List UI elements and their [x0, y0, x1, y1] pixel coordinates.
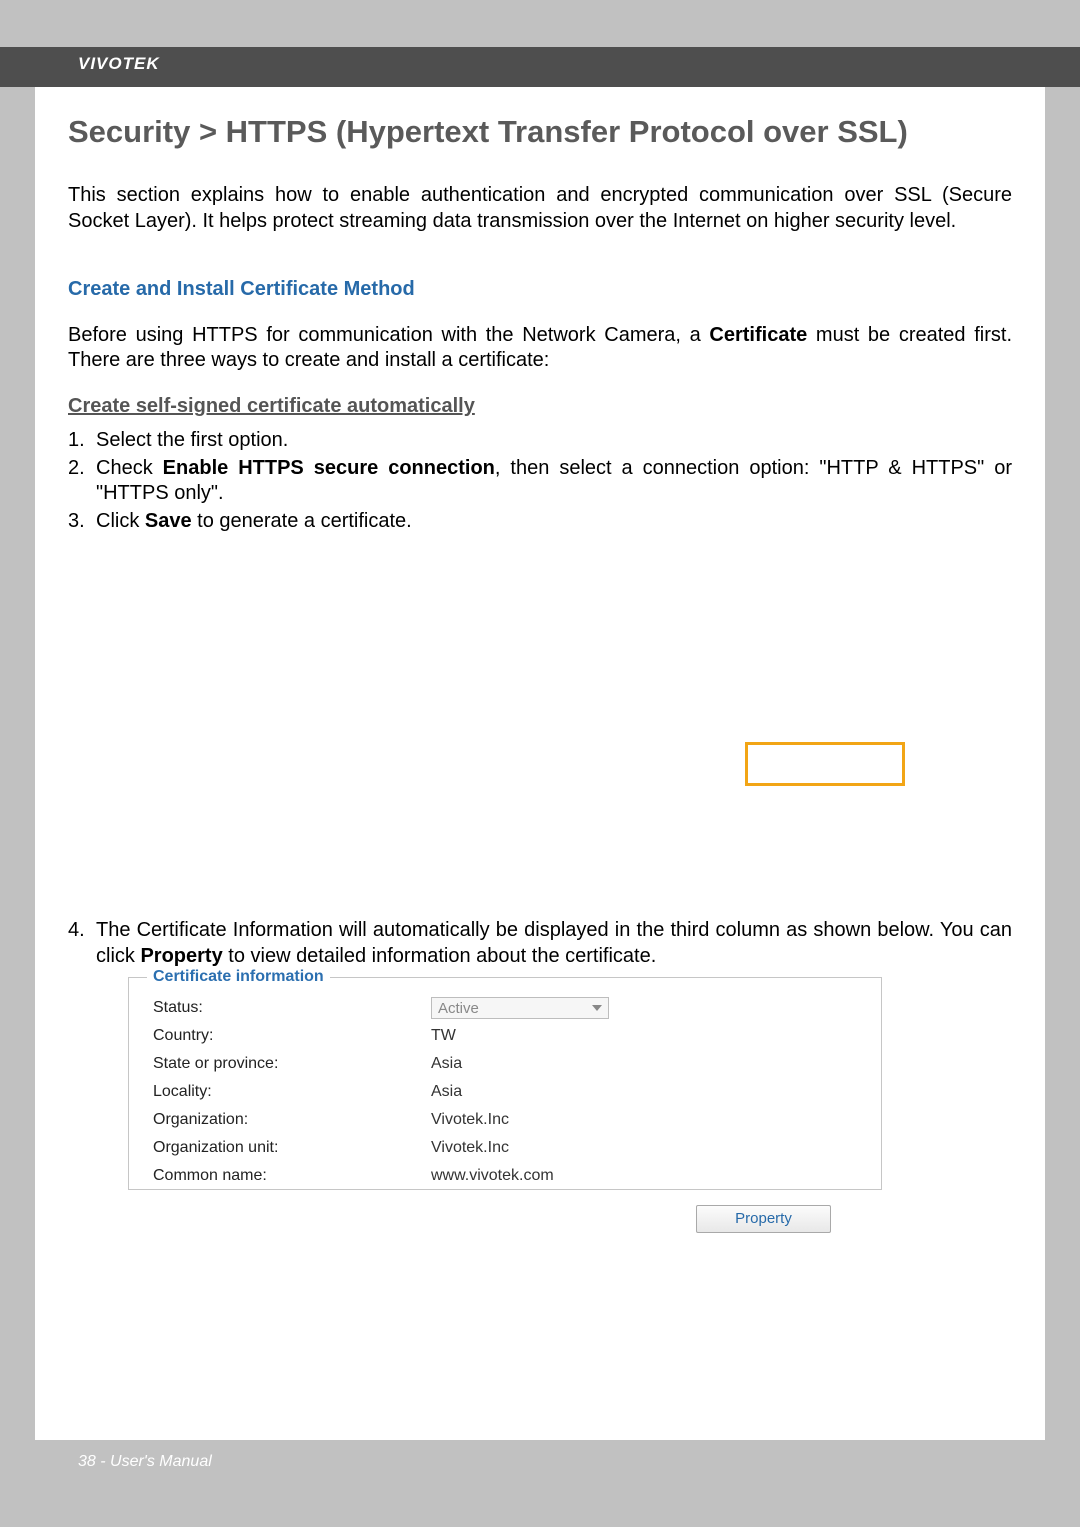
step-number: 3. [68, 509, 96, 535]
step-number: 2. [68, 456, 96, 507]
section-heading: Create and Install Certificate Method [68, 278, 1012, 301]
certificate-strong: Certificate [709, 324, 807, 346]
sub-heading: Create self-signed certificate automatic… [68, 395, 1012, 418]
before-text-a: Before using HTTPS for communication wit… [68, 324, 709, 346]
brand-logo: VIVOTEK [78, 54, 160, 74]
step-4c: to view detailed information about the c… [223, 945, 657, 967]
state-value: Asia [431, 1055, 462, 1073]
footer-page-number: 38 - User's Manual [78, 1453, 212, 1471]
organization-value: Vivotek.Inc [431, 1111, 509, 1129]
state-label: State or province: [153, 1055, 431, 1073]
certificate-info-panel: Certificate information Status: Active C… [128, 977, 882, 1190]
common-name-value: www.vivotek.com [431, 1167, 554, 1185]
step-2b: Enable HTTPS secure connection [163, 457, 495, 479]
country-value: TW [431, 1027, 456, 1045]
step-body: Select the first option. [96, 428, 1012, 454]
step-3a: Click [96, 510, 145, 532]
step-1: 1. Select the first option. [68, 428, 1012, 454]
status-dropdown[interactable]: Active [431, 997, 609, 1019]
locality-label: Locality: [153, 1083, 431, 1101]
organization-label: Organization: [153, 1111, 431, 1129]
step-3: 3. Click Save to generate a certificate. [68, 509, 1012, 535]
country-label: Country: [153, 1027, 431, 1045]
step-2a: Check [96, 457, 163, 479]
common-name-label: Common name: [153, 1167, 431, 1185]
step-number: 4. [68, 918, 96, 969]
step-3b: Save [145, 510, 192, 532]
status-label: Status: [153, 999, 431, 1017]
step-2: 2. Check Enable HTTPS secure connection,… [68, 456, 1012, 507]
status-value: Active [438, 1000, 479, 1017]
chevron-down-icon [588, 1001, 602, 1015]
step-number: 1. [68, 428, 96, 454]
org-unit-value: Vivotek.Inc [431, 1139, 509, 1157]
step-4b: Property [140, 945, 222, 967]
org-unit-label: Organization unit: [153, 1139, 431, 1157]
locality-value: Asia [431, 1083, 462, 1101]
step-body: Click Save to generate a certificate. [96, 509, 1012, 535]
panel-legend: Certificate information [147, 968, 330, 986]
highlight-box [745, 742, 905, 786]
property-button[interactable]: Property [696, 1205, 831, 1233]
page-title: Security > HTTPS (Hypertext Transfer Pro… [68, 114, 1012, 150]
step-3c: to generate a certificate. [192, 510, 412, 532]
step-4: 4. The Certificate Information will auto… [68, 918, 1012, 969]
step-body: Check Enable HTTPS secure connection, th… [96, 456, 1012, 507]
before-paragraph: Before using HTTPS for communication wit… [68, 323, 1012, 373]
intro-paragraph: This section explains how to enable auth… [68, 182, 1012, 234]
step-body: The Certificate Information will automat… [96, 918, 1012, 969]
